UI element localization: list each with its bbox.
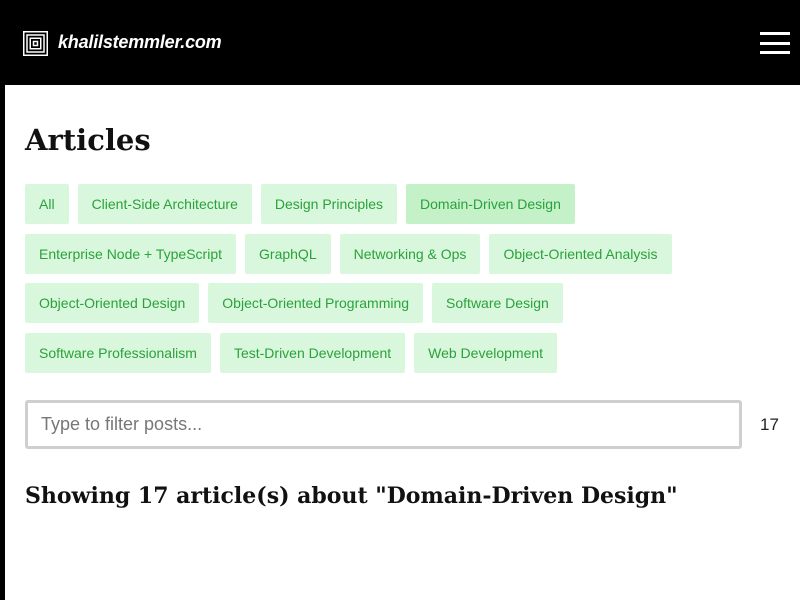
site-name-link[interactable]: khalilstemmler.com — [58, 32, 222, 53]
tag-button[interactable]: Client-Side Architecture — [77, 184, 252, 224]
tag-button[interactable]: All — [25, 184, 69, 224]
main-content: Articles All Client-Side Architecture Desi… — [5, 85, 800, 600]
tag-button[interactable]: Object-Oriented Programming — [208, 283, 424, 323]
tag-button[interactable]: Object-Oriented Design — [25, 283, 200, 323]
tag-button[interactable]: Enterprise Node + TypeScript — [25, 233, 237, 274]
page-title: Articles — [25, 123, 151, 157]
site-header: khalilstemmler.com — [0, 0, 800, 85]
tag-button[interactable]: Software Design — [432, 283, 563, 323]
tag-row: Enterprise Node + TypeScript GraphQL Netwo… — [25, 233, 725, 274]
tag-button[interactable]: Design Principles — [260, 184, 398, 224]
tag-button[interactable]: GraphQL — [245, 233, 331, 274]
showing-results-heading: Showing 17 article(s) about "Domain-Driv… — [25, 483, 678, 509]
tag-button[interactable]: Domain-Driven Design — [406, 184, 575, 224]
tag-row: Object-Oriented Design Object-Oriented Pr… — [25, 283, 725, 323]
tag-button[interactable]: Test-Driven Development — [219, 332, 406, 373]
hamburger-menu-icon[interactable] — [760, 32, 790, 54]
square-spiral-logo-icon[interactable] — [23, 31, 48, 56]
filter-posts-input[interactable] — [25, 400, 742, 449]
tag-row: All Client-Side Architecture Design Princi… — [25, 184, 725, 224]
tag-row: Software Professionalism Test-Driven Deve… — [25, 332, 725, 373]
tag-filter-list: All Client-Side Architecture Design Princi… — [25, 184, 725, 382]
tag-button[interactable]: Object-Oriented Analysis — [489, 233, 672, 274]
tag-button[interactable]: Networking & Ops — [339, 233, 481, 274]
tag-button[interactable]: Web Development — [414, 332, 558, 373]
article-count: 17 — [760, 415, 779, 434]
tag-button[interactable]: Software Professionalism — [25, 332, 211, 373]
